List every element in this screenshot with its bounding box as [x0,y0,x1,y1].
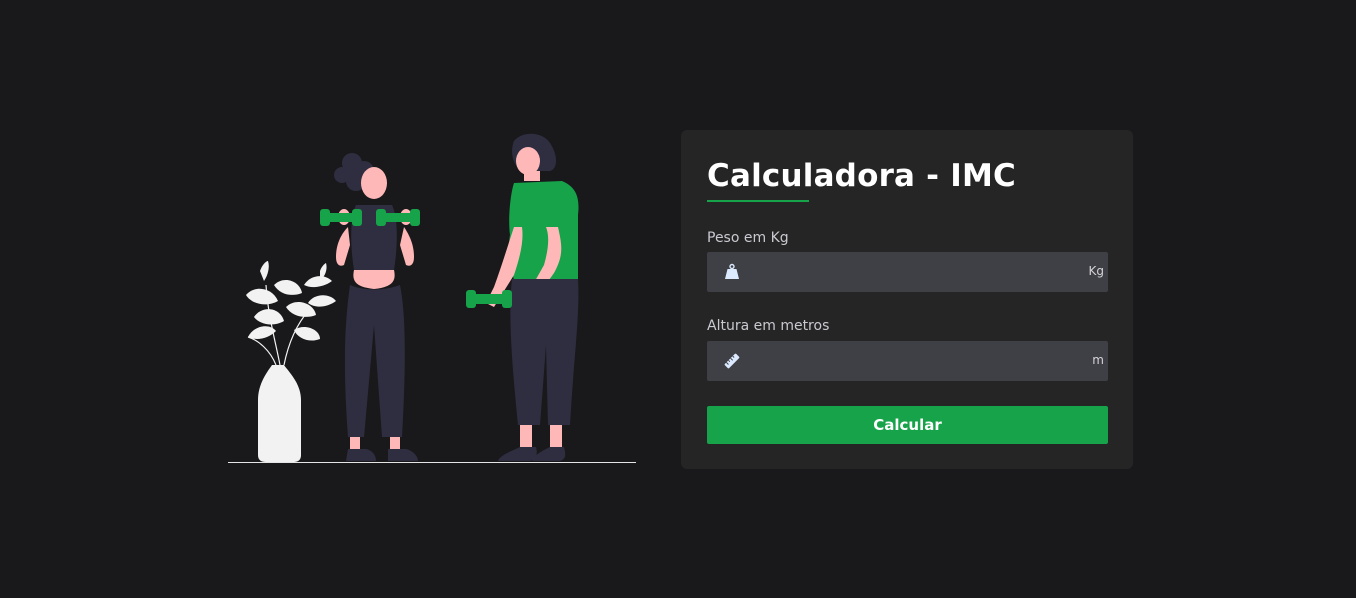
weight-input[interactable] [751,252,1071,292]
weight-unit: Kg [1088,264,1105,278]
woman-figure [320,153,420,461]
weight-field[interactable]: Kg [707,252,1108,292]
height-input[interactable] [751,341,1071,381]
bmi-calculator-card: Calculadora - IMC Peso em Kg Kg Altura e… [681,130,1133,469]
fitness-illustration [224,125,640,470]
man-figure [466,133,579,461]
calculate-button[interactable]: Calcular [707,406,1108,444]
plant [246,261,336,462]
weight-icon [723,263,741,281]
page-title: Calculadora - IMC [707,158,1016,194]
height-field[interactable]: m [707,341,1108,381]
height-unit: m [1092,353,1104,367]
height-label: Altura em metros [707,318,830,334]
weight-label: Peso em Kg [707,230,789,246]
title-underline [707,200,809,202]
ruler-icon [723,352,741,370]
